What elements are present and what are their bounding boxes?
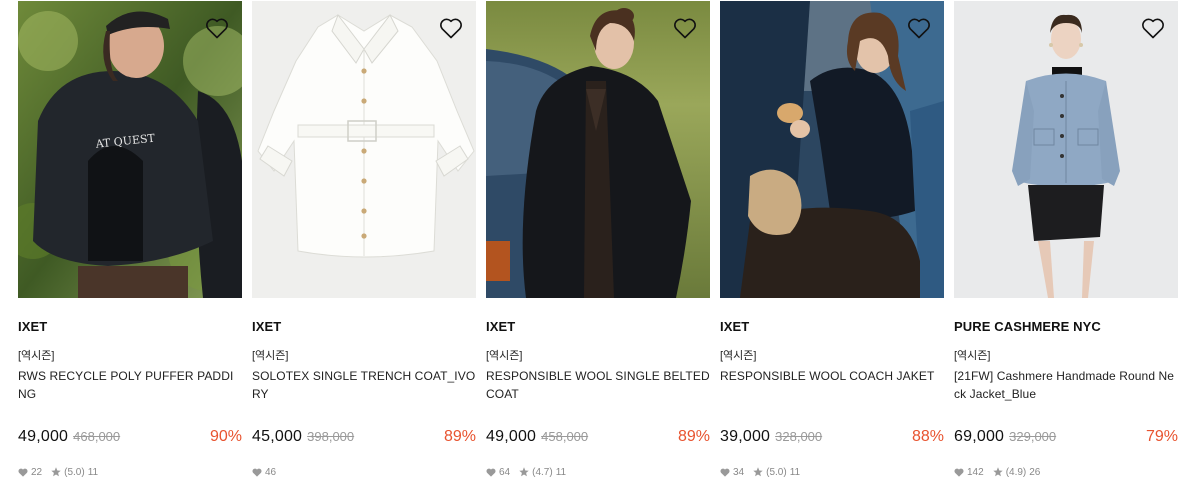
product-tag: [역시즌] — [486, 350, 523, 362]
product-card[interactable]: IXET [역시즌] RESPONSIBLE WOOL COACH JAKET … — [720, 1, 944, 478]
discount-rate: 89% — [443, 428, 476, 445]
rating-score: (4.9) — [1005, 466, 1027, 478]
product-brand[interactable]: IXET — [18, 319, 242, 335]
discount-rate: 89% — [677, 428, 710, 445]
discount-rate: 88% — [911, 428, 944, 445]
price-row: 49,000 468,000 90% — [18, 428, 242, 448]
sale-price: 39,000 — [720, 428, 771, 445]
product-tag: [역시즌] — [252, 350, 289, 362]
product-meta: 34 (5.0) 11 — [720, 466, 944, 478]
product-photo-puffer: AT QUEST — [18, 1, 242, 298]
sale-price: 69,000 — [954, 428, 1005, 445]
wishlist-heart-icon[interactable] — [1141, 17, 1165, 39]
heart-filled-icon — [486, 468, 496, 477]
rating-score: (5.0) — [64, 466, 85, 478]
likes-count: 34 — [733, 466, 745, 478]
review-count: 11 — [789, 466, 801, 478]
product-brand[interactable]: PURE CASHMERE NYC — [954, 319, 1178, 335]
product-tag: [역시즌] — [720, 350, 757, 362]
product-brand[interactable]: IXET — [720, 319, 944, 335]
star-icon — [51, 467, 61, 477]
product-name[interactable]: [21FW] Cashmere Handmade Round Neck Jack… — [954, 367, 1178, 405]
product-brand[interactable]: IXET — [252, 319, 476, 335]
star-icon — [519, 467, 529, 477]
likes-count: 142 — [967, 466, 984, 478]
original-price: 468,000 — [73, 429, 121, 444]
wishlist-heart-icon[interactable] — [907, 17, 931, 39]
likes-count: 22 — [31, 466, 43, 478]
heart-filled-icon — [954, 468, 964, 477]
product-image[interactable]: AT QUEST — [18, 1, 242, 298]
price-row: 69,000 329,000 79% — [954, 428, 1178, 448]
discount-rate: 79% — [1145, 428, 1178, 445]
likes-count: 46 — [265, 466, 277, 478]
product-meta: 64 (4.7) 11 — [486, 466, 710, 478]
star-icon — [992, 467, 1003, 477]
product-card[interactable]: PURE CASHMERE NYC [역시즌] [21FW] Cashmere … — [954, 1, 1178, 478]
review-count: 11 — [555, 466, 567, 478]
heart-filled-icon — [252, 468, 262, 477]
original-price: 328,000 — [775, 429, 823, 444]
product-card[interactable]: AT QUEST IXET [역시즌] RWS RECYCLE POLY PUF… — [18, 1, 242, 478]
sale-price: 49,000 — [486, 428, 537, 445]
product-image[interactable] — [486, 1, 710, 298]
star-icon — [753, 467, 763, 477]
product-grid: AT QUEST IXET [역시즌] RWS RECYCLE POLY PUF… — [18, 1, 1178, 478]
review-count: 26 — [1029, 466, 1041, 478]
product-meta: 142 (4.9) 26 — [954, 466, 1178, 478]
product-tag: [역시즌] — [954, 350, 991, 362]
rating-score: (4.7) — [532, 466, 553, 478]
product-photo-cashmere-jacket — [954, 1, 1178, 298]
original-price: 398,000 — [307, 429, 355, 444]
heart-filled-icon — [720, 468, 730, 477]
wishlist-heart-icon[interactable] — [673, 17, 697, 39]
original-price: 329,000 — [1009, 429, 1057, 444]
product-meta: 22 (5.0) 11 — [18, 466, 242, 478]
product-photo-trench — [252, 1, 476, 298]
price-row: 39,000 328,000 88% — [720, 428, 944, 448]
product-name[interactable]: SOLOTEX SINGLE TRENCH COAT_IVORY — [252, 367, 476, 405]
wishlist-heart-icon[interactable] — [205, 17, 229, 39]
heart-filled-icon — [18, 468, 28, 477]
price-row: 45,000 398,000 89% — [252, 428, 476, 448]
wishlist-heart-icon[interactable] — [439, 17, 463, 39]
product-card[interactable]: IXET [역시즌] RESPONSIBLE WOOL SINGLE BELTE… — [486, 1, 710, 478]
product-name[interactable]: RWS RECYCLE POLY PUFFER PADDING — [18, 367, 242, 405]
product-image[interactable] — [954, 1, 1178, 298]
sale-price: 45,000 — [252, 428, 303, 445]
price-row: 49,000 458,000 89% — [486, 428, 710, 448]
product-brand[interactable]: IXET — [486, 319, 710, 335]
review-count: 11 — [87, 466, 99, 478]
product-meta: 46 — [252, 466, 476, 478]
product-card[interactable]: IXET [역시즌] SOLOTEX SINGLE TRENCH COAT_IV… — [252, 1, 476, 478]
product-image[interactable] — [720, 1, 944, 298]
product-tag: [역시즌] — [18, 350, 55, 362]
likes-count: 64 — [499, 466, 511, 478]
product-photo-wool-coat — [486, 1, 710, 298]
product-name[interactable]: RESPONSIBLE WOOL COACH JAKET — [720, 367, 944, 405]
product-name[interactable]: RESPONSIBLE WOOL SINGLE BELTED COAT — [486, 367, 710, 405]
sale-price: 49,000 — [18, 428, 69, 445]
discount-rate: 90% — [209, 428, 242, 445]
product-image[interactable] — [252, 1, 476, 298]
original-price: 458,000 — [541, 429, 589, 444]
product-photo-coach-jacket — [720, 1, 944, 298]
rating-score: (5.0) — [766, 466, 787, 478]
